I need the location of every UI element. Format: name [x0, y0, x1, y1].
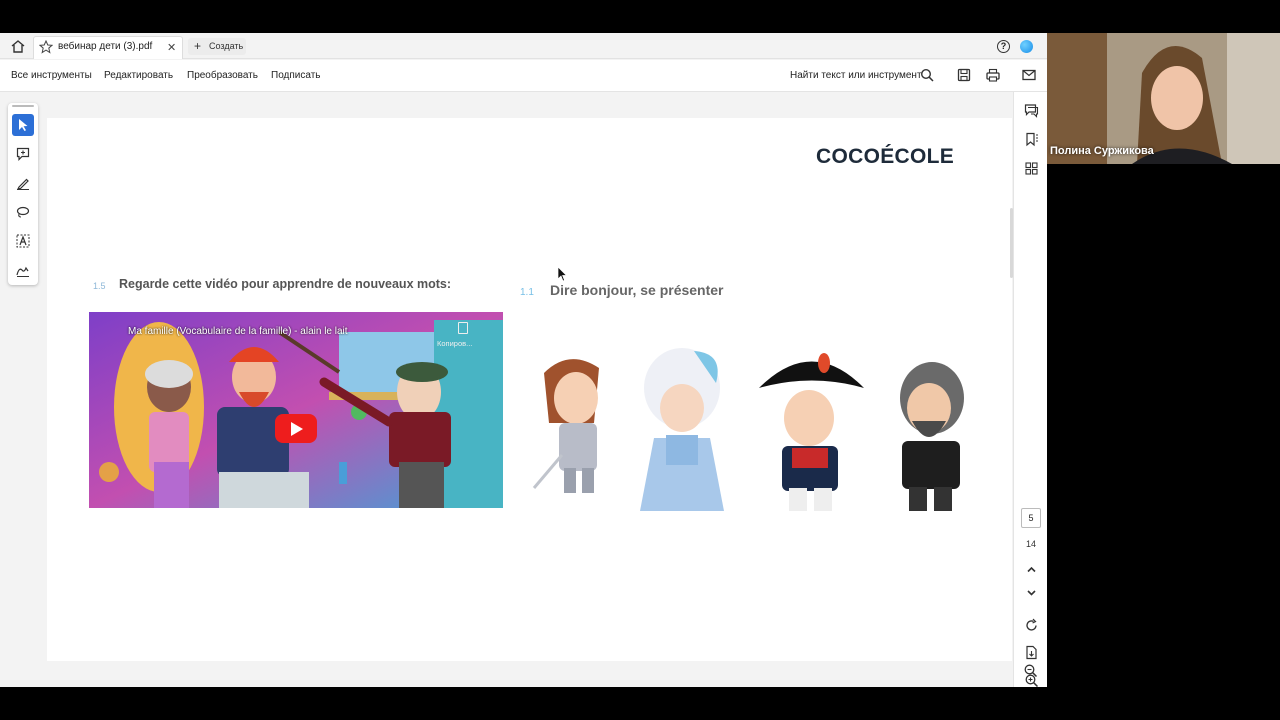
zoom-out-icon[interactable] — [1023, 663, 1038, 678]
star-icon[interactable] — [39, 40, 53, 54]
document-tab[interactable]: вебинар дети (3).pdf ✕ — [33, 36, 183, 59]
rotate-icon[interactable] — [1024, 618, 1039, 633]
tool-rail-grip[interactable] — [12, 105, 34, 107]
bookmarks-icon[interactable] — [1024, 132, 1039, 147]
section-number: 1.1 — [520, 287, 534, 298]
copy-link-label: Копиров... — [437, 339, 473, 348]
character-bearded-man — [900, 362, 964, 511]
screen: вебинар дети (3).pdf ✕ + Создать ? Все и… — [0, 0, 1280, 720]
plus-icon: + — [194, 39, 202, 53]
print-icon[interactable] — [986, 68, 1000, 82]
play-button[interactable] — [275, 414, 317, 443]
find-tool-label[interactable]: Найти текст или инструмент — [790, 70, 922, 81]
left-tool-rail — [8, 103, 38, 285]
tab-bar: вебинар дети (3).pdf ✕ + Создать ? — [0, 33, 1047, 59]
home-icon[interactable] — [10, 39, 26, 53]
email-icon[interactable] — [1022, 68, 1036, 82]
menu-convert[interactable]: Преобразовать — [187, 70, 258, 81]
new-tab-label: Создать — [209, 41, 244, 51]
character-napoleon — [759, 353, 864, 511]
video-title[interactable]: Ma famille (Vocabulaire de la famille) -… — [128, 326, 348, 337]
character-knight — [532, 359, 599, 493]
new-tab-button[interactable]: + Создать — [188, 38, 246, 55]
pdf-page: COCOÉCOLE 1.5 Regarde cette vidéo pour a… — [47, 118, 1012, 661]
embedded-video[interactable]: Ma famille (Vocabulaire de la famille) -… — [89, 312, 503, 508]
section-title: Regarde cette vidéo pour apprendre de no… — [119, 277, 452, 291]
total-pages: 14 — [1025, 539, 1036, 549]
tab-title: вебинар дети (3).pdf — [58, 41, 153, 52]
save-icon[interactable] — [957, 68, 971, 82]
page-extract-icon[interactable] — [1024, 645, 1039, 660]
webcam-tile: Полина Суржикова — [1047, 33, 1280, 164]
search-icon[interactable] — [920, 68, 934, 82]
chevron-down-icon[interactable] — [1024, 585, 1039, 600]
mouse-cursor-icon — [557, 266, 567, 282]
menu-bar: Все инструменты Редактировать Преобразов… — [0, 60, 1047, 92]
character-queen — [640, 348, 724, 511]
copy-link-icon[interactable] — [458, 322, 468, 334]
menu-edit[interactable]: Редактировать — [104, 70, 173, 81]
add-comment-icon[interactable] — [12, 143, 34, 165]
signature-icon[interactable] — [12, 259, 34, 281]
chevron-up-icon[interactable] — [1024, 562, 1039, 577]
menu-all-tools[interactable]: Все инструменты — [11, 70, 92, 81]
menu-sign[interactable]: Подписать — [271, 70, 321, 81]
comments-icon[interactable] — [1024, 103, 1039, 118]
section-title: Dire bonjour, se présenter — [550, 282, 724, 298]
text-select-icon[interactable] — [12, 230, 34, 252]
help-icon[interactable]: ? — [997, 40, 1010, 53]
select-arrow-icon[interactable] — [12, 114, 34, 136]
right-tool-rail: 5 14 — [1013, 92, 1047, 687]
historical-characters-illustration — [532, 348, 964, 511]
thumbnails-icon[interactable] — [1024, 161, 1039, 176]
highlight-pen-icon[interactable] — [12, 172, 34, 194]
section-number: 1.5 — [93, 281, 106, 291]
acrobat-window: вебинар дети (3).pdf ✕ + Создать ? Все и… — [0, 33, 1047, 687]
close-tab-icon[interactable]: ✕ — [167, 41, 176, 54]
current-page-input[interactable]: 5 — [1021, 508, 1041, 528]
brand-logo: COCOÉCOLE — [816, 145, 955, 168]
lasso-draw-icon[interactable] — [12, 201, 34, 223]
account-avatar[interactable] — [1020, 40, 1033, 53]
participant-name: Полина Суржикова — [1050, 145, 1154, 157]
